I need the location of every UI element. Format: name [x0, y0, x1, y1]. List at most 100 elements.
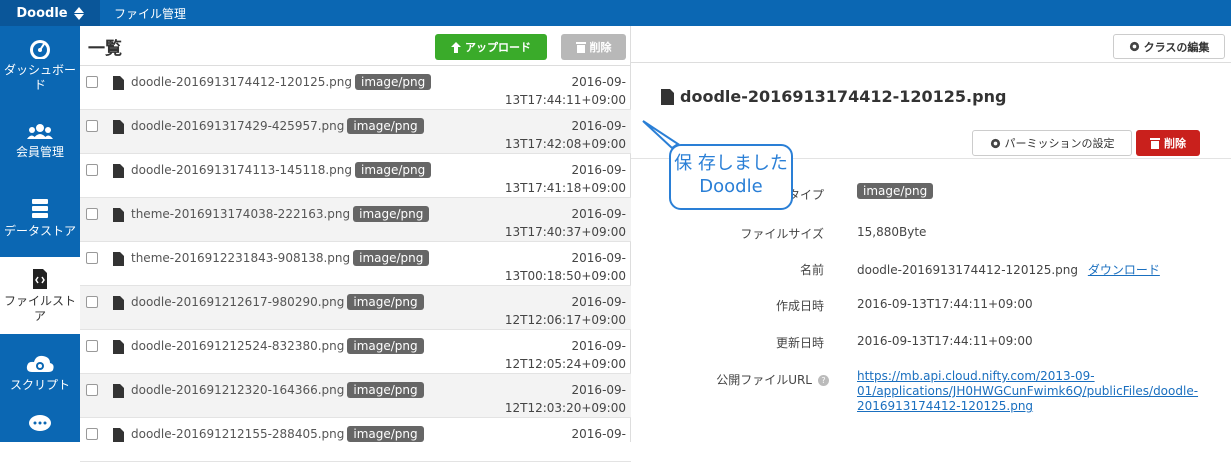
table-row[interactable]: doodle-201691212155-288405.png image/png 2… [80, 418, 631, 462]
updated-value: 2016-09-13T17:44:11+09:00 [857, 334, 1033, 348]
delete-button[interactable]: 削除 [561, 34, 626, 60]
bubble-line2: Doodle [699, 176, 763, 197]
file-name-group[interactable]: theme-2016912231843-908138.png image/png [131, 250, 430, 266]
file-type-badge: image/png [347, 382, 424, 398]
file-icon [113, 120, 124, 134]
database-icon [32, 199, 48, 218]
file-date-line2: 13T17:44:11+09:00 [504, 93, 626, 107]
sidebar-item-label: ダッシュボード [3, 62, 76, 92]
file-name[interactable]: doodle-201691212617-980290.png [131, 295, 344, 309]
row-checkbox[interactable] [86, 76, 98, 88]
row-checkbox[interactable] [86, 164, 98, 176]
table-row[interactable]: doodle-201691212617-980290.png image/png 2… [80, 286, 631, 330]
created-value: 2016-09-13T17:44:11+09:00 [857, 297, 1033, 311]
file-name[interactable]: doodle-201691212320-164366.png [131, 383, 344, 397]
file-name-group[interactable]: doodle-2016913174412-120125.png image/png [131, 74, 432, 90]
type-value: image/png [857, 183, 934, 199]
permission-settings-button[interactable]: パーミッションの設定 [972, 130, 1132, 156]
table-row[interactable]: doodle-201691317429-425957.png image/png 2… [80, 110, 631, 154]
delete-file-label: 削除 [1164, 137, 1186, 150]
file-date-line1: 2016-09- [571, 295, 626, 309]
file-detail-panel: クラスの編集 doodle-2016913174412-120125.png パ… [631, 26, 1231, 442]
file-name[interactable]: doodle-2016913174113-145118.png [131, 163, 352, 177]
row-checkbox[interactable] [86, 120, 98, 132]
sidebar-item-members[interactable]: 会員管理 [0, 103, 80, 180]
file-name[interactable]: doodle-2016913174412-120125.png [131, 75, 352, 89]
table-row[interactable]: doodle-201691212320-164366.png image/png 2… [80, 374, 631, 418]
name-label: 名前 [799, 263, 824, 277]
table-row[interactable]: theme-2016912231843-908138.png image/png 2… [80, 242, 631, 286]
file-name[interactable]: doodle-201691317429-425957.png [131, 119, 344, 133]
row-checkbox[interactable] [86, 296, 98, 308]
file-date-line1: 2016-09- [571, 119, 626, 133]
sidebar-item-script[interactable]: スクリプト [0, 334, 80, 411]
upload-button[interactable]: アップロード [435, 34, 547, 60]
app-switcher[interactable]: Doodle [0, 0, 100, 26]
table-row[interactable]: doodle-2016913174412-120125.png image/png… [80, 66, 631, 110]
file-name-group[interactable]: doodle-201691317429-425957.png image/png [131, 118, 424, 134]
table-row[interactable]: doodle-2016913174113-145118.png image/png… [80, 154, 631, 198]
file-icon [113, 340, 124, 354]
table-row[interactable]: doodle-201691212524-832380.png image/png 2… [80, 330, 631, 374]
divider [631, 62, 1231, 63]
file-name[interactable]: doodle-201691212155-288405.png [131, 427, 344, 441]
file-type-badge: image/png [347, 426, 424, 442]
url-line[interactable]: 01/applications/JH0HWGCunFwimk6Q/publicF… [857, 384, 1198, 399]
url-line[interactable]: https://mb.api.cloud.nifty.com/2013-09- [857, 369, 1198, 384]
file-date-line1: 2016-09- [571, 383, 626, 397]
upload-label: アップロード [465, 41, 531, 54]
file-icon [113, 164, 124, 178]
file-icon [113, 296, 124, 310]
sidebar-item-dashboard[interactable]: ダッシュボード [0, 26, 80, 103]
row-checkbox[interactable] [86, 428, 98, 440]
file-date: 2016-09- 12T12:05:24+09:00 [505, 337, 626, 373]
file-name-group[interactable]: doodle-201691212524-832380.png image/png [131, 338, 424, 354]
top-bar: Doodle ファイル管理 [0, 0, 1231, 26]
delete-file-button[interactable]: 削除 [1136, 130, 1200, 156]
file-date: 2016-09- 13T00:18:50+09:00 [505, 249, 626, 285]
gear-icon [1129, 41, 1139, 52]
file-name[interactable]: doodle-201691212524-832380.png [131, 339, 344, 353]
arrow-up-icon [451, 41, 461, 53]
file-date: 2016-09- 12T12:03:20+09:00 [505, 381, 626, 417]
help-icon[interactable]: ? [818, 375, 829, 386]
download-link[interactable]: ダウンロード [1088, 263, 1160, 277]
sidebar-item-datastore[interactable]: データストア [0, 180, 80, 257]
url-value[interactable]: https://mb.api.cloud.nifty.com/2013-09- … [857, 369, 1198, 414]
file-name-group[interactable]: doodle-2016913174113-145118.png image/png [131, 162, 432, 178]
sidebar-item-more[interactable] [0, 411, 80, 441]
sidebar-item-filestore[interactable]: ファイルストア [0, 257, 80, 334]
file-date-line2: 12T12:03:20+09:00 [504, 401, 626, 415]
file-date: 2016-09- 13T17:40:37+09:00 [505, 205, 626, 241]
table-row[interactable]: theme-2016913174038-222163.png image/png 2… [80, 198, 631, 242]
updated-label: 更新日時 [775, 336, 824, 350]
file-date: 2016-09- [572, 425, 626, 443]
name-value: doodle-2016913174412-120125.png [857, 263, 1079, 277]
file-code-icon [33, 268, 47, 289]
row-checkbox[interactable] [86, 384, 98, 396]
chat-bubble-icon [29, 415, 51, 431]
trash-icon [1150, 138, 1160, 149]
row-checkbox[interactable] [86, 252, 98, 264]
edit-class-label: クラスの編集 [1143, 40, 1210, 54]
file-name[interactable]: theme-2016913174038-222163.png [131, 207, 350, 221]
file-icon [113, 428, 124, 442]
file-name-group[interactable]: doodle-201691212155-288405.png image/png [131, 426, 424, 442]
app-name: Doodle [16, 5, 68, 21]
edit-class-button[interactable]: クラスの編集 [1113, 34, 1225, 59]
file-date-line1: 2016-09- [571, 251, 626, 265]
file-name-group[interactable]: doodle-201691212617-980290.png image/png [131, 294, 424, 310]
row-checkbox[interactable] [86, 208, 98, 220]
file-date: 2016-09- 12T12:06:17+09:00 [505, 293, 626, 329]
row-checkbox[interactable] [86, 340, 98, 352]
url-line[interactable]: 2016913174412-120125.png [857, 399, 1198, 414]
sidebar-item-label: 会員管理 [15, 145, 64, 159]
file-date-line2: 13T00:18:50+09:00 [504, 269, 626, 283]
file-name[interactable]: theme-2016912231843-908138.png [131, 251, 350, 265]
file-date: 2016-09- 13T17:41:18+09:00 [505, 161, 626, 197]
file-name-group[interactable]: doodle-201691212320-164366.png image/png [131, 382, 424, 398]
file-name-group[interactable]: theme-2016913174038-222163.png image/png [131, 206, 430, 222]
file-icon [113, 252, 124, 266]
file-type-badge: image/png [347, 118, 424, 134]
file-date-line1: 2016-09- [571, 75, 626, 89]
